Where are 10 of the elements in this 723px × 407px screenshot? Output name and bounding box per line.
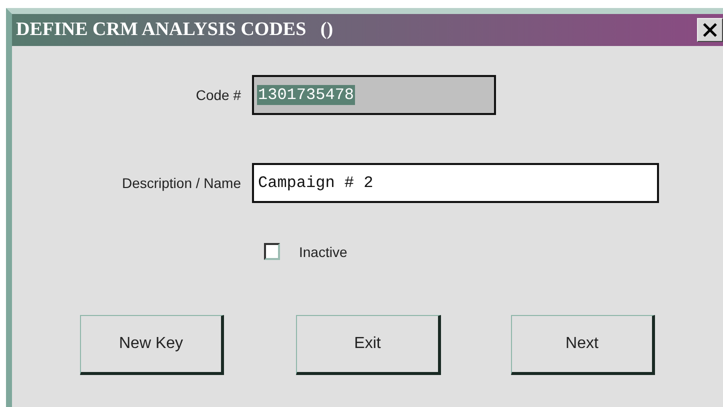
code-label: Code # (194, 87, 242, 103)
dialog-button[interactable]: New Key (80, 315, 224, 375)
description-field[interactable]: Campaign # 2 (252, 163, 659, 203)
description-label: Description / Name (120, 175, 242, 191)
dialog-button[interactable]: Next (511, 315, 655, 375)
code-value: 1301735478 (257, 85, 356, 105)
window-title: DEFINE CRM ANALYSIS CODES () (16, 19, 334, 41)
inactive-label: Inactive (299, 244, 348, 260)
description-value: Campaign # 2 (257, 173, 374, 193)
dialog-button[interactable]: Exit (296, 315, 441, 375)
